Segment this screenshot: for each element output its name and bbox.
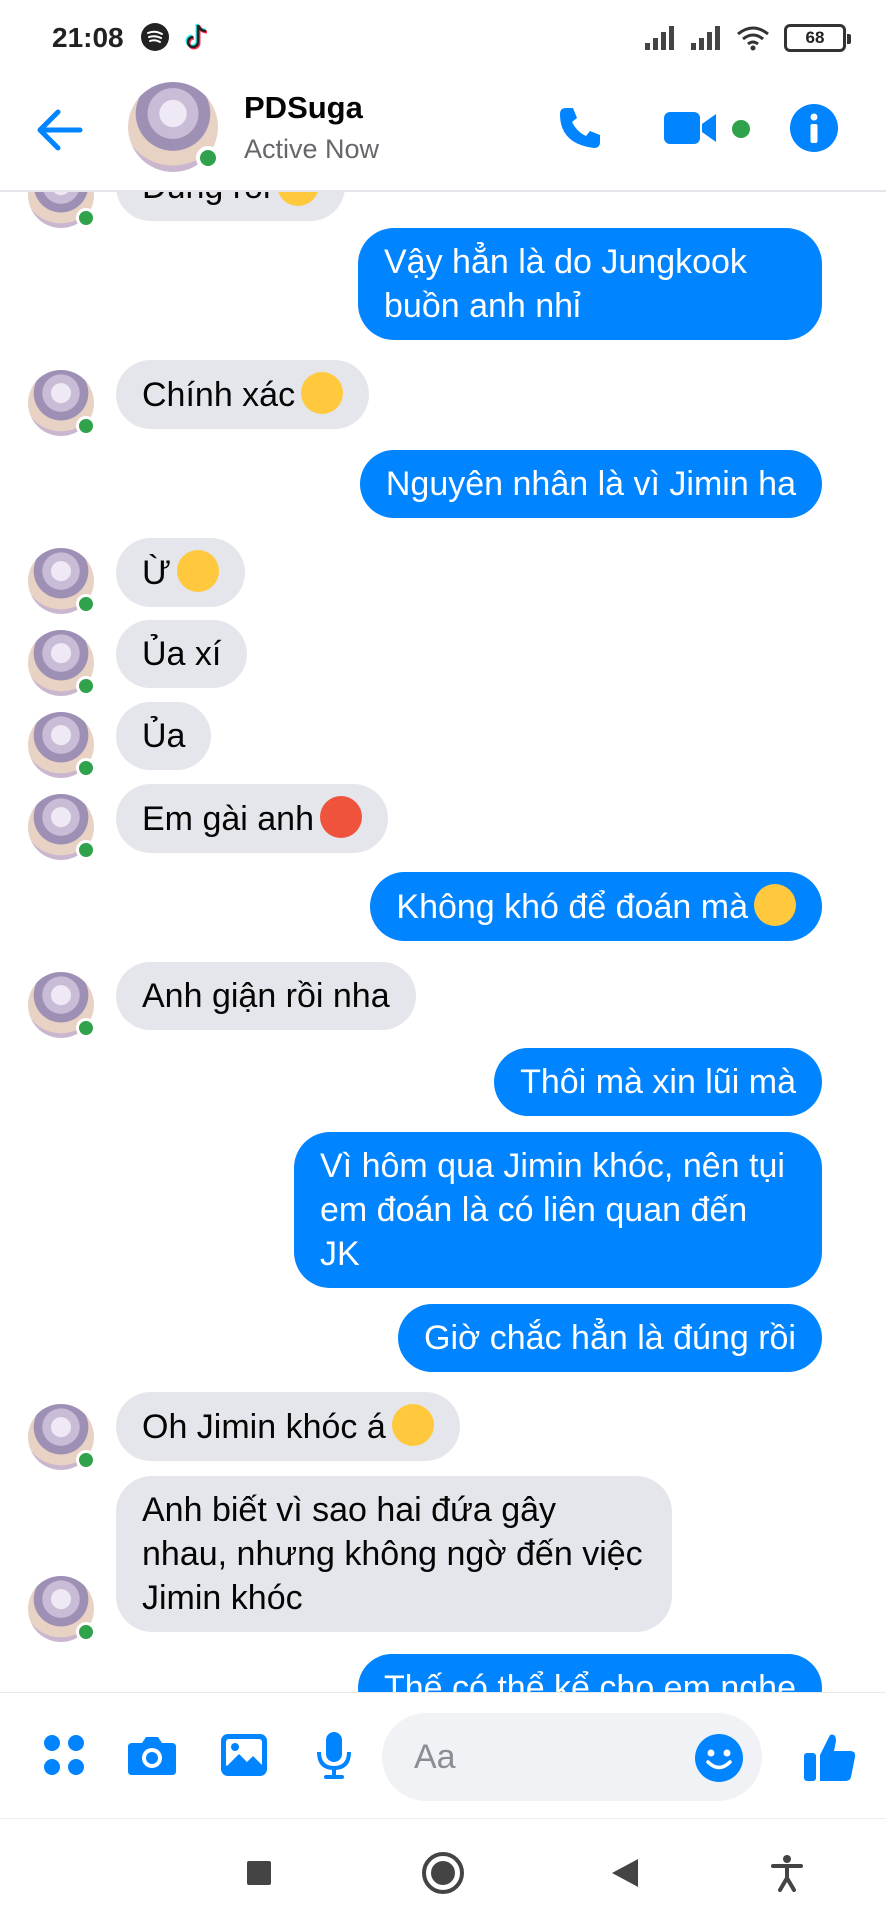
back-nav-button[interactable] <box>603 1851 647 1895</box>
apps-grid-icon <box>44 1735 84 1775</box>
message-list[interactable]: Đúng rồi Vậy hẳn là do Jungkook buồn anh… <box>0 192 886 1692</box>
message-outgoing[interactable]: Nguyên nhân là vì Jimin ha <box>359 450 822 518</box>
accessibility-button[interactable] <box>765 1851 809 1895</box>
info-icon <box>790 104 838 152</box>
message-outgoing[interactable]: Thế có thể kể cho em nghe <box>357 1654 822 1692</box>
home-circle-icon <box>422 1852 464 1894</box>
message-text: Đúng rồi <box>142 192 271 206</box>
chat-header: PDSuga Active Now <box>0 76 886 192</box>
gallery-icon <box>221 1734 267 1776</box>
message-composer <box>0 1692 886 1818</box>
message-outgoing[interactable]: Vì hôm qua Jimin khóc, nên tụi em đoán l… <box>294 1132 822 1288</box>
voice-call-button[interactable] <box>552 100 608 156</box>
video-camera-icon <box>664 112 716 144</box>
message-text: Ừ <box>142 554 172 592</box>
like-button[interactable] <box>800 1727 860 1787</box>
message-text: Ủa xí <box>142 635 222 673</box>
message-incoming[interactable]: Ừ <box>116 538 246 607</box>
crying-face-emoji-icon <box>177 550 220 592</box>
message-text: Thôi mà xin lũi mà <box>520 1063 796 1101</box>
message-incoming[interactable]: Em gài anh <box>116 784 388 853</box>
active-indicator-dot <box>732 120 750 138</box>
battery-indicator: 68 <box>784 24 851 52</box>
emoji-button[interactable] <box>692 1731 746 1785</box>
message-incoming[interactable]: Chính xác <box>116 360 370 429</box>
contact-name[interactable]: PDSuga <box>244 90 363 126</box>
message-outgoing[interactable]: Vậy hẳn là do Jungkook buồn anh nhỉ <box>358 228 822 340</box>
gallery-button[interactable] <box>218 1729 270 1781</box>
flushed-face-emoji-icon <box>391 1404 434 1446</box>
sender-avatar <box>28 630 96 696</box>
status-bar: 21:08 68 <box>0 0 886 76</box>
message-text: Oh Jimin khóc á <box>142 1408 386 1446</box>
message-text: Giờ chắc hẳn là đúng rồi <box>424 1319 796 1357</box>
message-text: Vì hôm qua Jimin khóc, nên tụi em đoán l… <box>320 1147 785 1273</box>
system-navigation-bar <box>0 1818 886 1920</box>
sender-avatar <box>28 794 96 860</box>
sender-avatar <box>28 972 96 1038</box>
message-incoming[interactable]: Anh biết vì sao hai đứa gây nhau, nhưng … <box>116 1476 672 1632</box>
phone-icon <box>560 108 600 148</box>
status-system-icons: 68 <box>644 24 851 52</box>
sender-avatar <box>28 548 96 614</box>
status-notification-icons <box>140 22 212 52</box>
message-text-line: Vậy hẳn là do Jungkook <box>384 243 747 281</box>
wifi-icon <box>737 26 769 51</box>
camera-icon <box>128 1737 176 1775</box>
message-incoming[interactable]: Ủa xí <box>116 620 248 688</box>
back-arrow-icon <box>37 109 83 151</box>
accessibility-icon <box>771 1855 803 1892</box>
message-incoming[interactable]: Anh giận rồi nha <box>116 962 416 1030</box>
message-text: Anh giận rồi nha <box>142 977 390 1015</box>
conversation-info-button[interactable] <box>786 100 842 156</box>
video-call-button[interactable] <box>660 100 720 156</box>
message-incoming[interactable]: Đúng rồi <box>116 192 345 221</box>
message-outgoing[interactable]: Không khó để đoán mà <box>370 872 822 941</box>
sneezing-face-emoji-icon <box>301 372 344 414</box>
spotify-icon <box>141 23 169 51</box>
message-outgoing[interactable]: Giờ chắc hẳn là đúng rồi <box>398 1304 822 1372</box>
message-text-line: buồn anh nhỉ <box>384 287 581 325</box>
angry-face-emoji-icon <box>320 796 362 838</box>
status-time: 21:08 <box>52 22 124 53</box>
sender-avatar <box>28 192 96 228</box>
signal-icon <box>645 26 674 50</box>
signal-icon-2 <box>691 26 720 50</box>
contact-active-status: Active Now <box>244 134 380 164</box>
sender-avatar <box>28 1404 96 1470</box>
sender-avatar <box>28 370 96 436</box>
tiktok-icon <box>185 23 208 50</box>
sender-avatar <box>28 1576 96 1642</box>
back-triangle-icon <box>612 1859 638 1887</box>
message-text: Không khó để đoán mà <box>396 888 748 926</box>
apps-button[interactable] <box>38 1729 90 1781</box>
sender-avatar <box>28 712 96 778</box>
camera-button[interactable] <box>126 1729 178 1781</box>
emoji-icon <box>695 1734 743 1782</box>
tears-of-joy-emoji-icon <box>754 884 796 926</box>
message-incoming[interactable]: Ủa <box>116 702 212 770</box>
back-button[interactable] <box>30 100 90 160</box>
message-text: Nguyên nhân là vì Jimin ha <box>385 465 796 503</box>
online-status-dot <box>196 146 220 170</box>
message-text: Em gài anh <box>142 800 314 838</box>
microphone-icon <box>317 1732 351 1779</box>
message-text: Anh biết vì sao hai đứa gây nhau, nhưng … <box>142 1491 643 1617</box>
message-incoming[interactable]: Oh Jimin khóc á <box>116 1392 460 1461</box>
voice-record-button[interactable] <box>308 1729 360 1781</box>
message-text: Thế có thể kể cho em nghe <box>383 1669 796 1692</box>
message-outgoing[interactable]: Thôi mà xin lũi mà <box>494 1048 822 1116</box>
message-text: Ủa <box>142 717 186 755</box>
message-text: Chính xác <box>142 376 296 414</box>
recents-square-icon <box>247 1861 271 1885</box>
contact-avatar[interactable] <box>128 82 220 172</box>
recents-button[interactable] <box>237 1851 281 1895</box>
emoji-icon <box>276 192 319 206</box>
home-button[interactable] <box>421 1851 465 1895</box>
thumbs-up-icon <box>804 1734 856 1781</box>
